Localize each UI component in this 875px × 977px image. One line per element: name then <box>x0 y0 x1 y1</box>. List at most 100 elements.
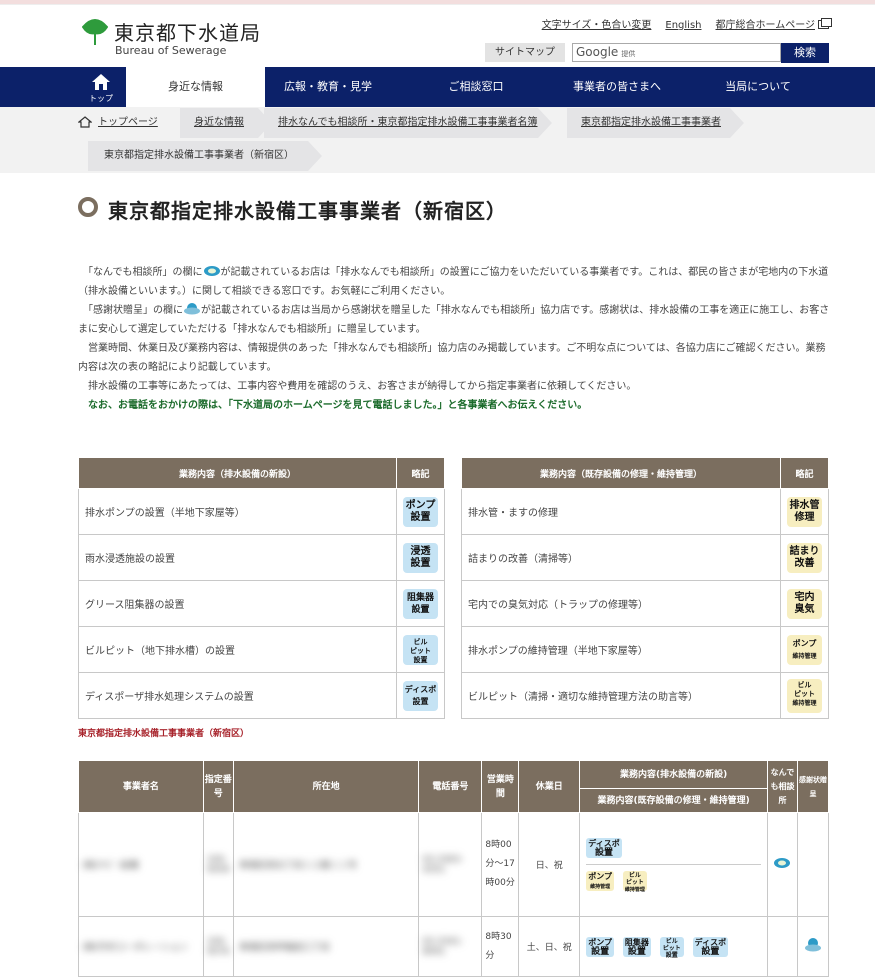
row-text: 排水管・ますの修理 <box>461 488 781 535</box>
logo-subtitle: Bureau of Sewerage <box>115 44 227 57</box>
breadcrumb: トップページ 身近な情報 排水なんでも相談所・東京都指定排水設備工事事業者名簿 … <box>0 107 875 173</box>
section-title: 東京都指定排水設備工事事業者（新宿区） <box>78 729 250 739</box>
cell-phone: 03-3341-8091 <box>418 916 483 977</box>
breadcrumb-current: 東京都指定排水設備工事事業者（新宿区） <box>88 141 322 171</box>
english-link[interactable]: English <box>665 20 701 31</box>
table-row: グリース阻集器の設置 阻集器 設置 <box>78 580 445 627</box>
intro-paragraph: 「なんでも相談所」の欄に が記載されているお店は「排水なんでも相談所」の設置にご協… <box>78 266 829 297</box>
contractor-table: 事業者名 指定番号 所在地 電話番号 営業時間 休業日 業務内容(排水設備の新設… <box>78 760 830 977</box>
award-mark-icon <box>184 303 200 315</box>
ginkgo-leaf-icon <box>82 19 108 45</box>
col-header-consultation: なんでも相談所 <box>766 760 798 813</box>
table-row: 詰まりの改善（清掃等） 詰まり 改善 <box>461 534 829 581</box>
breadcrumb-link[interactable]: 東京都指定排水設備工事事業者 <box>581 117 721 128</box>
home-icon <box>92 74 110 90</box>
breadcrumb-item[interactable]: 排水なんでも相談所・東京都指定排水設備工事事業者名簿 <box>264 108 552 138</box>
badge-pump-maintenance: ポンプ 維持管理 <box>586 871 615 891</box>
badge-interceptor-install: 阻集器 設置 <box>403 588 438 619</box>
col-header-address: 所在地 <box>232 760 420 813</box>
badge-bldgpit-install: ビル ピット 設置 <box>659 936 684 959</box>
logo-title: 東京都下水道局 <box>114 21 261 45</box>
intro-text: 「なんでも相談所」の欄に が記載されているお店は「排水なんでも相談所」の設置にご協… <box>78 263 832 415</box>
google-label: Google <box>576 45 619 59</box>
cell-number: 100-0059 <box>202 812 234 917</box>
phone-note: なお、お電話をおかけの際は、「下水道局のホームページを見て電話しました。」と各事… <box>88 400 588 411</box>
external-link-icon <box>818 18 832 29</box>
table-row: 雨水浸透施設の設置 浸透 設置 <box>78 534 445 581</box>
cell-name: (株)竹村コーポレーション <box>78 916 204 977</box>
breadcrumb-item[interactable]: 身近な情報 <box>180 108 272 138</box>
home-label: トップ <box>89 94 113 103</box>
repair-services: ポンプ 維持管理 ビル ピット 維持管理 <box>586 871 761 893</box>
row-text: 宅内での臭気対応（トラップの修理等） <box>461 580 781 627</box>
breadcrumb-home-link[interactable]: トップページ <box>98 117 158 128</box>
award-mark-icon <box>804 938 821 952</box>
table-row: (株)ｱｲﾋﾞｰ設備 100-0059 新宿区西五丁目１２番１１号 03-336… <box>78 812 830 917</box>
search-input[interactable]: Google 提供 <box>572 43 781 62</box>
table-header: 略記 <box>396 457 445 489</box>
circle-bullet-icon <box>78 197 98 217</box>
cell-name: (株)ｱｲﾋﾞｰ設備 <box>78 812 204 917</box>
header-links: 文字サイズ・色合い変更 English 都庁総合ホームページ <box>528 16 832 31</box>
nav-home[interactable]: トップ <box>80 67 122 107</box>
cell-award <box>796 812 830 917</box>
badge-disposer-install: ディスポ 設置 <box>692 936 729 957</box>
col-header-new-work: 業務内容(排水設備の新設) <box>579 760 768 789</box>
breadcrumb-home[interactable]: トップページ <box>78 108 182 138</box>
table-row: 排水ポンプの維持管理（半地下家屋等） ポンプ 維持管理 <box>461 626 829 673</box>
badge-infiltration-install: 浸透 設置 <box>403 542 438 573</box>
search-button[interactable]: 検索 <box>781 43 829 63</box>
badge-pump-install: ポンプ 設置 <box>586 936 615 957</box>
breadcrumb-item[interactable]: 東京都指定排水設備工事事業者 <box>567 108 744 138</box>
table-row: (株)竹村コーポレーション 100-0076 新宿区西早稲田三丁目 03-334… <box>78 916 830 977</box>
new-services: ポンプ 設置 阻集器 設置 ビル ピット 設置 ディスポ 設置 <box>586 936 761 959</box>
table-header: 業務内容（排水設備の新設） <box>78 457 397 489</box>
table-row: ディスポーザ排水処理システムの設置 ディスポ 設置 <box>78 672 445 719</box>
row-text: 詰まりの改善（清掃等） <box>461 534 781 581</box>
cell-services: ディスポ 設置 ポンプ 維持管理 ビル ピット 維持管理 <box>579 812 768 917</box>
nav-item-consultation[interactable]: ご相談窓口 <box>391 67 561 107</box>
badge-bldgpit-install: ビル ピット 設置 <box>403 634 438 665</box>
col-header-phone: 電話番号 <box>418 760 483 813</box>
table-row: ビルピット（地下排水槽）の設置 ビル ピット 設置 <box>78 626 445 673</box>
font-color-settings-link[interactable]: 文字サイズ・色合い変更 <box>542 20 652 31</box>
repair-work-legend-table: 業務内容（既存設備の修理・維持管理） 略記 排水管・ますの修理 排水管 修理 詰ま… <box>461 457 829 719</box>
intro-paragraph: 営業時間、休業日及び業務内容は、情報提供のあった「排水なんでも相談所」協力店のみ… <box>78 343 826 373</box>
breadcrumb-link[interactable]: 排水なんでも相談所・東京都指定排水設備工事事業者名簿 <box>278 117 538 128</box>
badge-odor: 宅内 臭気 <box>787 588 822 619</box>
badge-clog-fix: 詰まり 改善 <box>787 542 822 573</box>
breadcrumb-link[interactable]: 身近な情報 <box>194 117 244 128</box>
table-header: 略記 <box>780 457 829 489</box>
col-header-name: 事業者名 <box>78 760 204 813</box>
row-text: ディスポーザ排水処理システムの設置 <box>78 672 397 719</box>
nav-item-businesses[interactable]: 事業者の皆さまへ <box>561 67 673 107</box>
consultation-mark-icon <box>203 266 220 276</box>
cell-holiday: 日、祝 <box>518 812 581 917</box>
site-header: 東京都下水道局 Bureau of Sewerage 文字サイズ・色合い変更 En… <box>0 4 875 68</box>
col-header-holiday: 休業日 <box>518 760 581 813</box>
row-text: 排水ポンプの設置（半地下家屋等） <box>78 488 397 535</box>
badge-disposer-install: ディスポ 設置 <box>403 680 438 711</box>
nav-item-about[interactable]: 当局について <box>673 67 843 107</box>
cell-consultation <box>766 916 798 977</box>
table-header: 業務内容（既存設備の修理・維持管理） <box>461 457 781 489</box>
cell-services: ポンプ 設置 阻集器 設置 ビル ピット 設置 ディスポ 設置 <box>579 916 768 977</box>
new-services: ディスポ 設置 <box>586 838 761 858</box>
badge-bldgpit-maintenance: ビル ピット 維持管理 <box>787 678 822 713</box>
table-row: 宅内での臭気対応（トラップの修理等） 宅内 臭気 <box>461 580 829 627</box>
badge-disposer-install: ディスポ 設置 <box>586 838 622 858</box>
badge-bldgpit-maintenance: ビル ピット 維持管理 <box>622 871 647 893</box>
nav-item-nearby-info[interactable]: 身近な情報 <box>126 67 265 107</box>
col-header-repair-work: 業務内容(既存設備の修理・維持管理) <box>579 788 768 813</box>
provided-label: 提供 <box>621 50 636 58</box>
nav-item-pr-education[interactable]: 広報・教育・見学 <box>265 67 391 107</box>
col-header-award: 感謝状贈呈 <box>796 760 830 813</box>
metro-government-link[interactable]: 都庁総合ホームページ <box>716 20 816 31</box>
sitemap-button[interactable]: サイトマップ <box>485 43 565 62</box>
table-row: 排水ポンプの設置（半地下家屋等） ポンプ 設置 <box>78 488 445 535</box>
divider <box>586 864 761 865</box>
page-title: 東京都指定排水設備工事事業者（新宿区） <box>108 199 507 223</box>
cell-address: 新宿区西早稲田三丁目 <box>232 916 420 977</box>
cell-address: 新宿区西五丁目１２番１１号 <box>232 812 420 917</box>
home-icon <box>78 116 92 128</box>
